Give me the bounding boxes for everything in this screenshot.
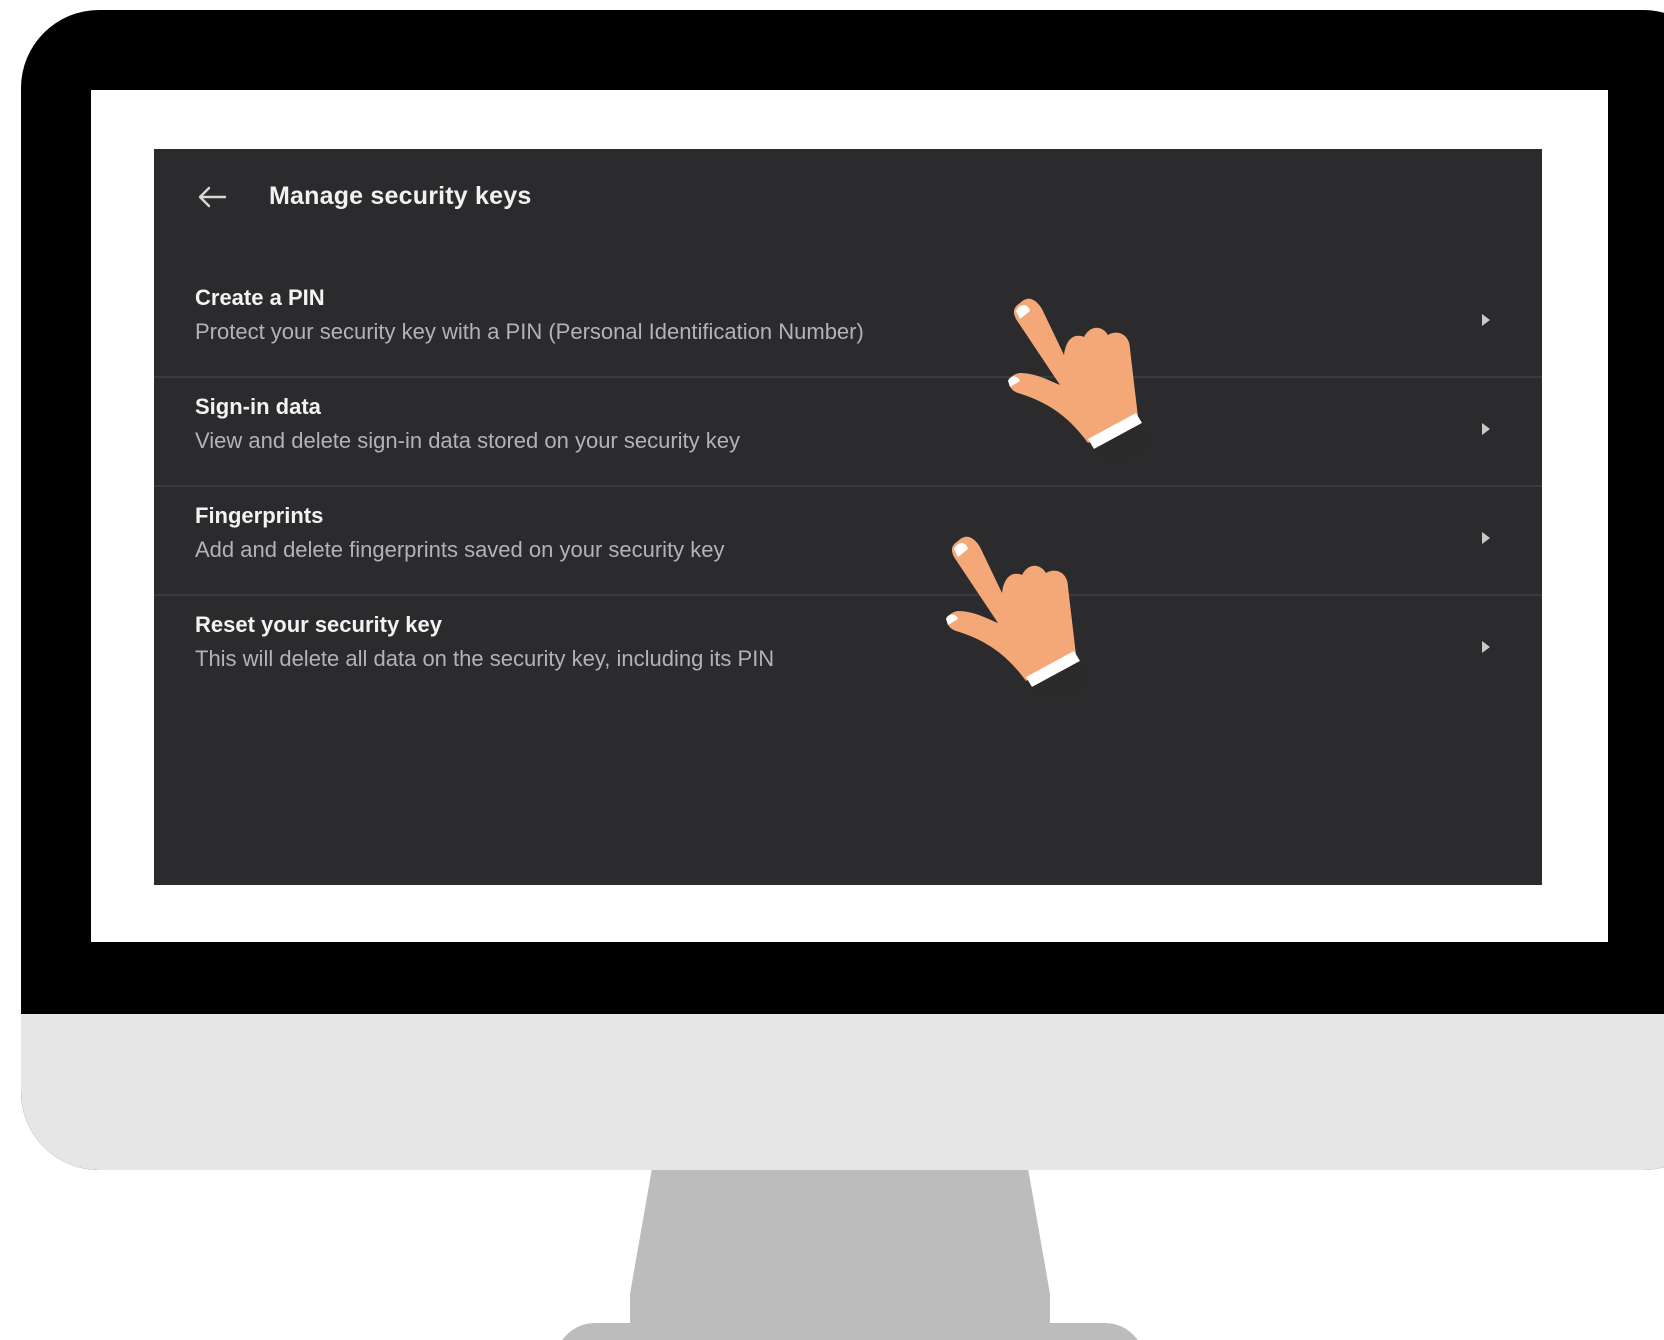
back-button[interactable]: [192, 177, 232, 217]
monitor-illustration: Manage security keys Create a PIN Protec…: [0, 0, 1664, 1340]
monitor-stand-base: [555, 1323, 1145, 1340]
list-item-title: Sign-in data: [195, 394, 321, 419]
chevron-right-icon: [1478, 309, 1494, 331]
list-item-create-pin[interactable]: Create a PIN Protect your security key w…: [154, 269, 1542, 378]
list-item-fingerprints[interactable]: Fingerprints Add and delete fingerprints…: [154, 487, 1542, 596]
list-item-description: Add and delete fingerprints saved on you…: [195, 537, 725, 562]
chevron-right-icon: [1478, 636, 1494, 658]
list-item-description: Protect your security key with a PIN (Pe…: [195, 319, 864, 344]
chevron-right-icon: [1478, 527, 1494, 549]
list-item-title: Create a PIN: [195, 285, 325, 310]
panel-header: Manage security keys: [154, 149, 1542, 244]
list-item-title: Reset your security key: [195, 612, 443, 637]
monitor-frame: Manage security keys Create a PIN Protec…: [21, 10, 1664, 1170]
security-key-options: Create a PIN Protect your security key w…: [154, 269, 1542, 705]
page-title: Manage security keys: [269, 182, 532, 210]
list-item-description: This will delete all data on the securit…: [195, 646, 775, 671]
arrow-left-icon: [198, 186, 227, 208]
list-item-title: Fingerprints: [195, 503, 324, 528]
list-item-reset-security-key[interactable]: Reset your security key This will delete…: [154, 596, 1542, 705]
monitor-chin: [21, 1014, 1664, 1170]
monitor-stand: [630, 1150, 1050, 1340]
monitor-screen: Manage security keys Create a PIN Protec…: [91, 90, 1608, 942]
list-item-description: View and delete sign-in data stored on y…: [195, 428, 741, 453]
chevron-right-icon: [1478, 418, 1494, 440]
security-keys-panel: Manage security keys Create a PIN Protec…: [154, 149, 1542, 885]
list-item-sign-in-data[interactable]: Sign-in data View and delete sign-in dat…: [154, 378, 1542, 487]
